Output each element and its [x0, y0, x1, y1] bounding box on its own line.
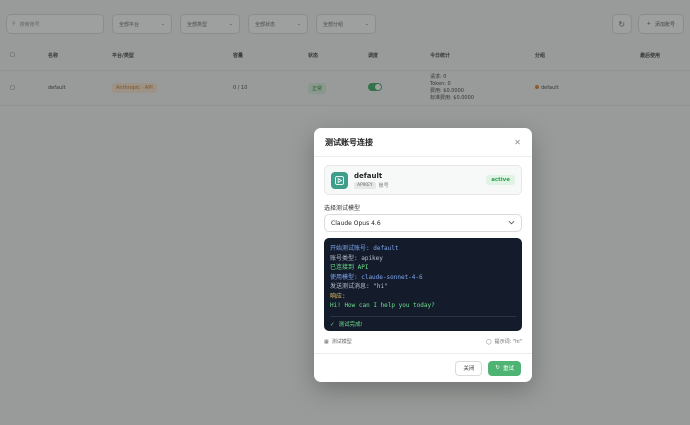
console-line: 开始测试账号: default — [330, 245, 399, 252]
modal-title: 测试账号连接 — [325, 137, 373, 147]
prompt-meta: ◯ 提示词: "hi" — [485, 338, 522, 346]
modal-header: 测试账号连接 ✕ — [314, 128, 532, 157]
console-line: 账号类型: apikey — [330, 254, 383, 262]
console-lines: 开始测试账号: default 账号类型: apikey 已连接到 API 使用模型:… — [330, 244, 516, 311]
console-line: Hi! How can I help you today? — [330, 302, 435, 309]
account-card: default APIKEY 账号 active — [324, 165, 522, 195]
test-model-meta: ▦ 测试模型 — [324, 338, 352, 346]
account-type-label: 账号 — [378, 182, 389, 189]
console-line: 已连接到 API — [330, 264, 369, 271]
model-select-value: Claude Opus 4.6 — [331, 219, 381, 227]
retry-button[interactable]: ↻ 重试 — [488, 360, 521, 376]
status-badge: active — [486, 175, 515, 185]
refresh-icon: ↻ — [495, 365, 500, 371]
close-button[interactable]: 关闭 — [455, 360, 483, 376]
console-line: 响应: — [330, 292, 346, 300]
console-line: 使用模型: claude-sonnet-4-6 — [330, 273, 423, 281]
test-connection-modal: 测试账号连接 ✕ default APIKEY 账号 active 选择测试模型… — [314, 128, 532, 382]
grid-icon: ▦ — [324, 338, 329, 345]
test-meta: ▦ 测试模型 ◯ 提示词: "hi" — [324, 338, 522, 346]
chevron-down-icon — [508, 220, 515, 227]
model-select[interactable]: Claude Opus 4.6 — [324, 214, 522, 232]
close-icon[interactable]: ✕ — [514, 138, 521, 147]
play-icon — [331, 171, 348, 189]
test-complete: ✓ 测试完成! — [330, 321, 516, 331]
console-line: 发送测试消息: "hi" — [330, 283, 388, 290]
check-icon: ✓ — [330, 321, 335, 328]
account-type-badge: APIKEY — [354, 181, 376, 189]
chat-icon: ◯ — [485, 338, 492, 345]
account-name: default — [354, 171, 383, 180]
modal-footer: 关闭 ↻ 重试 — [314, 353, 532, 382]
test-console: 开始测试账号: default 账号类型: apikey 已连接到 API 使用模型:… — [324, 238, 522, 331]
model-section-label: 选择测试模型 — [324, 205, 361, 212]
